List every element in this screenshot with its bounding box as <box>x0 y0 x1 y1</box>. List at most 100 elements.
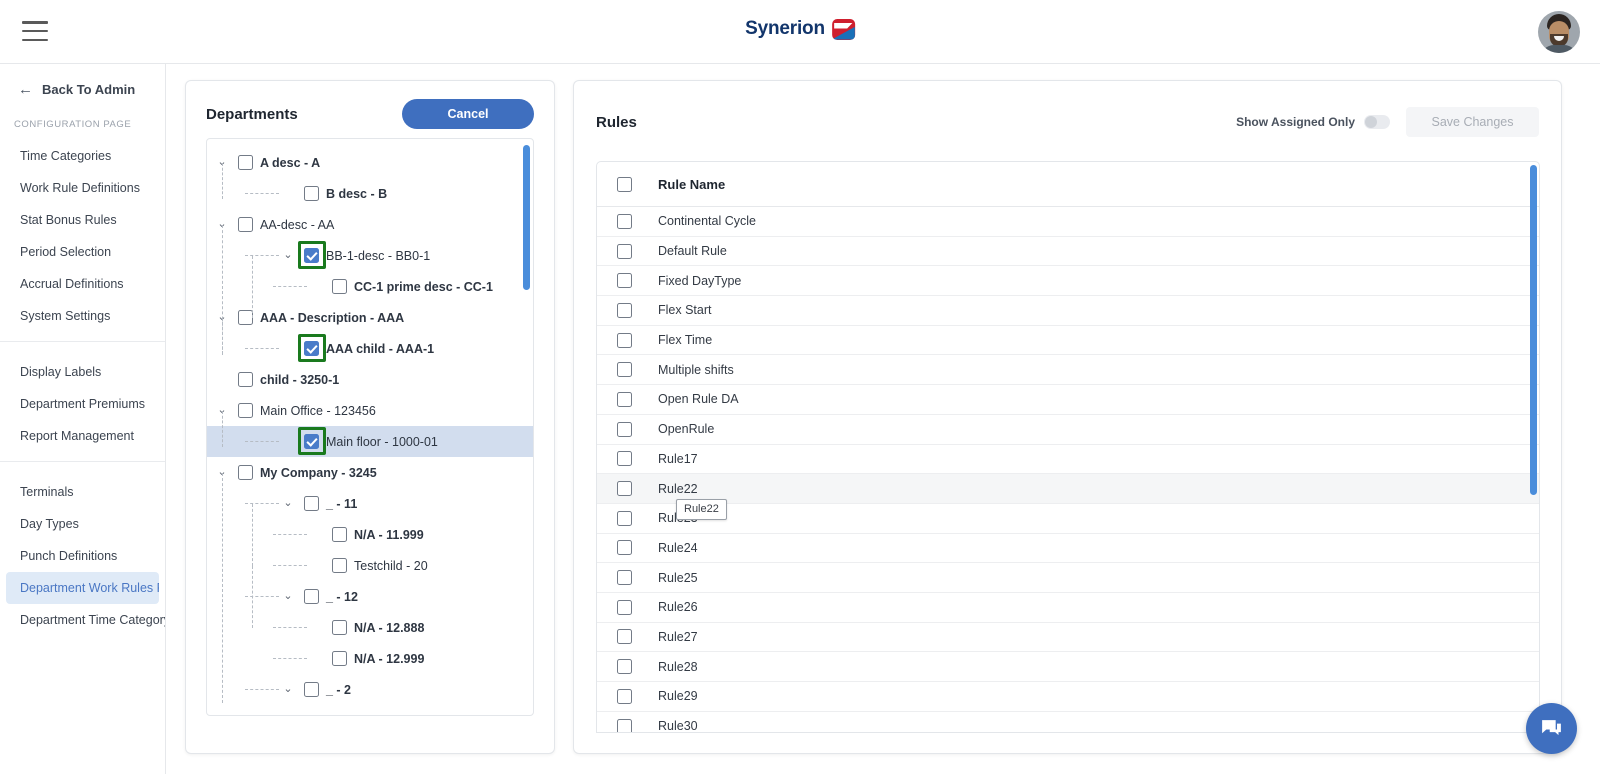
table-row[interactable]: Rule17 <box>597 445 1539 475</box>
table-row[interactable]: Rule22 <box>597 474 1539 504</box>
table-row[interactable]: OpenRule <box>597 415 1539 445</box>
chat-fab-button[interactable] <box>1526 703 1577 754</box>
tree-checkbox[interactable] <box>304 589 319 604</box>
sidebar-item-display-labels[interactable]: Display Labels <box>0 356 165 388</box>
tree-checkbox[interactable] <box>304 186 319 201</box>
tree-checkbox[interactable] <box>304 434 319 449</box>
rule-checkbox[interactable] <box>617 391 632 407</box>
avatar[interactable] <box>1538 11 1580 53</box>
chevron-down-icon[interactable]: ⌄ <box>281 498 295 509</box>
sidebar-item-department-premiums[interactable]: Department Premiums <box>0 388 165 420</box>
tree-checkbox[interactable] <box>304 682 319 697</box>
show-assigned-only-toggle[interactable] <box>1364 115 1390 129</box>
rule-checkbox[interactable] <box>617 302 632 318</box>
rule-checkbox[interactable] <box>617 540 632 556</box>
table-row[interactable]: Flex Start <box>597 296 1539 326</box>
tree-checkbox[interactable] <box>238 465 253 480</box>
tree-row[interactable]: ⌄ _ - 2 <box>207 674 533 705</box>
tree-row[interactable]: ⌄N/A - 11.999 <box>207 519 533 550</box>
rule-checkbox[interactable] <box>617 273 632 289</box>
table-row[interactable]: Flex Time <box>597 326 1539 356</box>
sidebar-item-system-settings[interactable]: System Settings <box>0 300 165 332</box>
rule-checkbox[interactable] <box>617 718 632 732</box>
tree-checkbox[interactable] <box>332 651 347 666</box>
hamburger-menu-icon[interactable] <box>22 21 48 41</box>
tree-row[interactable]: ⌄ A desc - A <box>207 147 533 178</box>
tree-checkbox[interactable] <box>304 496 319 511</box>
tree-checkbox[interactable] <box>238 155 253 170</box>
sidebar-item-stat-bonus-rules[interactable]: Stat Bonus Rules <box>0 204 165 236</box>
rules-scrollbar-thumb[interactable] <box>1530 165 1537 495</box>
chevron-down-icon[interactable]: ⌄ <box>281 250 295 261</box>
rule-checkbox[interactable] <box>617 213 632 229</box>
chevron-down-icon[interactable]: ⌄ <box>281 684 295 695</box>
tree-row[interactable]: ⌄Testchild - 20 <box>207 550 533 581</box>
tree-checkbox[interactable] <box>304 248 319 263</box>
rule-checkbox[interactable] <box>617 451 632 467</box>
sidebar-item-accrual-definitions[interactable]: Accrual Definitions <box>0 268 165 300</box>
show-assigned-only-control[interactable]: Show Assigned Only <box>1236 115 1390 129</box>
tree-row[interactable]: ⌄ _ - 12 <box>207 581 533 612</box>
tree-checkbox[interactable] <box>238 310 253 325</box>
sidebar-item-terminals[interactable]: Terminals <box>0 476 165 508</box>
table-row[interactable]: Rule26 <box>597 593 1539 623</box>
sidebar-item-work-rule-definitions[interactable]: Work Rule Definitions <box>0 172 165 204</box>
tree-row[interactable]: ⌄Main floor - 1000-01 <box>207 426 533 457</box>
rule-checkbox[interactable] <box>617 421 632 437</box>
cancel-button[interactable]: Cancel <box>402 99 534 129</box>
tree-row[interactable]: ⌄B desc - B <box>207 178 533 209</box>
select-all-checkbox[interactable] <box>617 176 632 192</box>
rule-checkbox[interactable] <box>617 659 632 675</box>
sidebar-item-time-categories[interactable]: Time Categories <box>0 140 165 172</box>
tree-row[interactable]: ⌄AAA child - AAA-1 <box>207 333 533 364</box>
table-row[interactable]: Multiple shifts <box>597 355 1539 386</box>
tree-checkbox[interactable] <box>238 403 253 418</box>
tree-row[interactable]: ⌄ _ - 11 <box>207 488 533 519</box>
tree-checkbox[interactable] <box>238 372 253 387</box>
tree-row[interactable]: ⌄N/A - 12.999 <box>207 643 533 674</box>
save-changes-button[interactable]: Save Changes <box>1406 107 1539 137</box>
tree-checkbox[interactable] <box>304 341 319 356</box>
rule-checkbox[interactable] <box>617 332 632 348</box>
rule-checkbox[interactable] <box>617 688 632 704</box>
tree-scrollbar-thumb[interactable] <box>523 145 530 290</box>
rule-checkbox[interactable] <box>617 570 632 586</box>
table-row[interactable]: Fixed DayType <box>597 266 1539 297</box>
back-to-admin-link[interactable]: ← Back To Admin <box>0 74 165 105</box>
table-row[interactable]: Continental Cycle <box>597 207 1539 237</box>
rule-checkbox[interactable] <box>617 599 632 615</box>
tree-row[interactable]: ⌄ AA-desc - AA <box>207 209 533 240</box>
table-row[interactable]: Rule24 <box>597 534 1539 564</box>
table-row[interactable]: Rule29 <box>597 682 1539 712</box>
table-row[interactable]: Rule28 <box>597 652 1539 682</box>
rule-checkbox[interactable] <box>617 510 632 526</box>
tree-row[interactable]: ⌄ AAA - Description - AAA <box>207 302 533 333</box>
table-row[interactable]: Rule27 <box>597 623 1539 653</box>
tree-checkbox[interactable] <box>332 558 347 573</box>
tree-checkbox[interactable] <box>332 279 347 294</box>
sidebar-item-punch-definitions[interactable]: Punch Definitions <box>0 540 165 572</box>
rule-checkbox[interactable] <box>617 362 632 378</box>
sidebar-item-day-types[interactable]: Day Types <box>0 508 165 540</box>
tree-row[interactable]: ⌄ My Company - 3245 <box>207 457 533 488</box>
rule-checkbox[interactable] <box>617 243 632 259</box>
table-row[interactable]: Rule23 <box>597 504 1539 534</box>
tree-checkbox[interactable] <box>332 527 347 542</box>
tree-row[interactable]: ⌄CC-1 prime desc - CC-1 <box>207 271 533 302</box>
tree-row[interactable]: ⌄child - 3250-1 <box>207 364 533 395</box>
rule-checkbox[interactable] <box>617 629 632 645</box>
table-row[interactable]: Rule25 <box>597 563 1539 593</box>
sidebar-item-report-management[interactable]: Report Management <box>0 420 165 452</box>
rule-checkbox[interactable] <box>617 481 632 497</box>
tree-checkbox[interactable] <box>238 217 253 232</box>
sidebar-item-department-work-rules-filt[interactable]: Department Work Rules Filt... <box>6 572 159 604</box>
sidebar-item-department-time-category[interactable]: Department Time Category ... <box>0 604 165 636</box>
tree-row[interactable]: ⌄N/A - 12.888 <box>207 612 533 643</box>
table-row[interactable]: Open Rule DA <box>597 385 1539 415</box>
tree-row[interactable]: ⌄ Main Office - 123456 <box>207 395 533 426</box>
chevron-down-icon[interactable]: ⌄ <box>281 591 295 602</box>
tree-row[interactable]: ⌄ BB-1-desc - BB0-1 <box>207 240 533 271</box>
table-row[interactable]: Rule30 <box>597 712 1539 732</box>
table-row[interactable]: Default Rule <box>597 237 1539 267</box>
sidebar-item-period-selection[interactable]: Period Selection <box>0 236 165 268</box>
